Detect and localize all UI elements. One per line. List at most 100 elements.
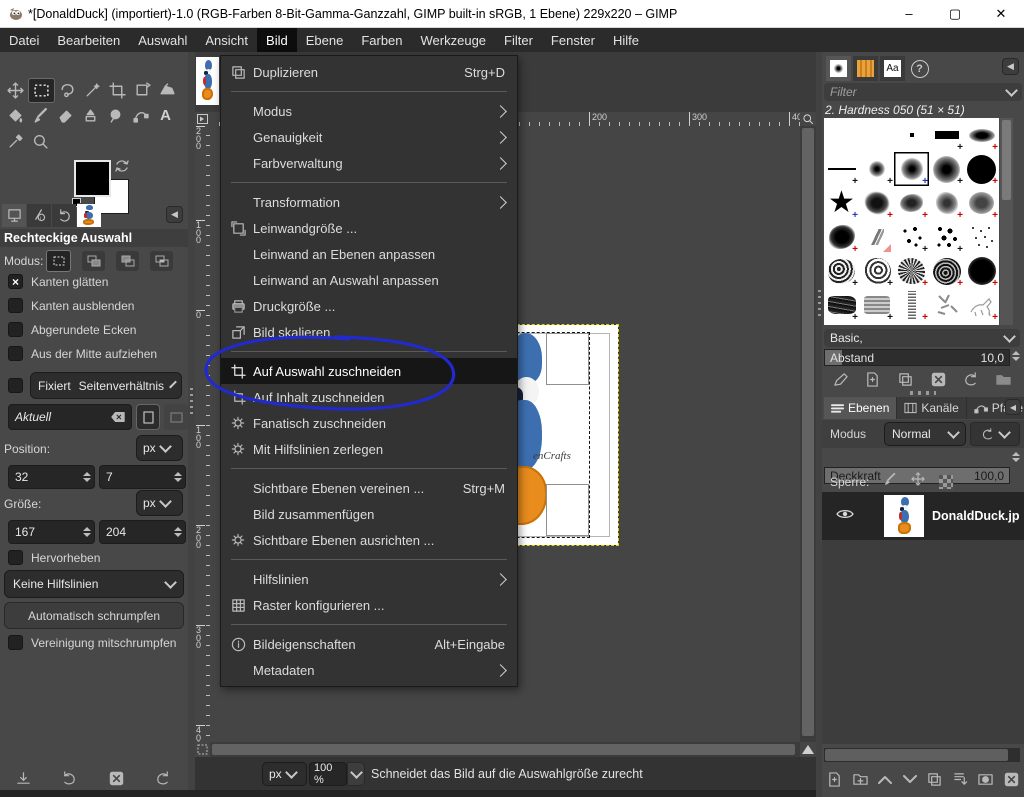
brush-item[interactable]: + — [964, 254, 999, 288]
size-unit-dropdown[interactable]: px — [136, 490, 183, 516]
feather-row[interactable]: Kanten ausblenden — [8, 298, 134, 313]
brush-spacing-slider[interactable]: Abstand 10,0 — [824, 349, 1010, 366]
mode-subtract-button[interactable] — [116, 251, 139, 271]
mode-intersect-button[interactable] — [150, 251, 173, 271]
brush-item[interactable]: + — [859, 152, 894, 186]
expand-from-center-row[interactable]: Aus der Mitte aufziehen — [8, 346, 157, 361]
refresh-brushes-icon[interactable] — [963, 372, 978, 387]
tab-patterns[interactable] — [853, 56, 878, 81]
menu-item-bildeigenschaften[interactable]: Bildeigenschaften Alt+Eingabe — [221, 631, 517, 657]
brush-item[interactable] — [859, 220, 894, 254]
new-brush-icon[interactable] — [865, 372, 880, 387]
brush-item[interactable]: + — [824, 152, 859, 186]
menu-item-duplizieren[interactable]: Duplizieren Strg+D — [221, 59, 517, 85]
spinner[interactable] — [174, 472, 182, 482]
menu-item-leinwand-an-ebenen[interactable]: Leinwand an Ebenen anpassen — [221, 241, 517, 267]
guides-dropdown[interactable]: Keine Hilfslinien — [4, 570, 184, 598]
menu-item-transformation[interactable]: Transformation — [221, 189, 517, 215]
menu-item-mit-hilfslinien-zerlegen[interactable]: Mit Hilfslinien zerlegen — [221, 436, 517, 462]
brush-item[interactable]: + — [894, 220, 929, 254]
brush-item[interactable]: + — [929, 220, 964, 254]
open-brush-icon[interactable] — [996, 372, 1011, 387]
menu-item-druckgroesse[interactable]: Druckgröße ... — [221, 293, 517, 319]
menubar-auswahl[interactable]: Auswahl — [129, 28, 196, 52]
image-tab-donaldduck[interactable] — [196, 57, 219, 105]
mode-add-button[interactable] — [82, 251, 105, 271]
layer-thumbnail[interactable] — [884, 495, 924, 537]
brush-item[interactable]: + — [929, 118, 964, 152]
brush-item-selected[interactable]: + — [894, 152, 929, 186]
menubar-ansicht[interactable]: Ansicht — [196, 28, 257, 52]
menu-item-raster-konfigurieren[interactable]: Raster konfigurieren ... — [221, 592, 517, 618]
brush-item[interactable]: + — [859, 186, 894, 220]
brush-item[interactable]: + — [964, 186, 999, 220]
menu-item-leinwandgroesse[interactable]: Leinwandgröße ... — [221, 215, 517, 241]
antialias-row[interactable]: ×Kanten glätten — [8, 274, 108, 289]
menu-item-leinwand-an-auswahl[interactable]: Leinwand an Auswahl anpassen — [221, 267, 517, 293]
opacity-spinner[interactable] — [1012, 452, 1020, 462]
tab-fonts[interactable]: Aa — [880, 56, 905, 81]
lock-alpha-icon[interactable] — [939, 475, 953, 489]
auto-shrink-button[interactable]: Automatisch schrumpfen — [4, 602, 184, 629]
transform-tool-icon[interactable] — [130, 79, 155, 102]
raise-layer-icon[interactable] — [878, 775, 892, 784]
menubar-farben[interactable]: Farben — [352, 28, 411, 52]
menu-item-bild-skalieren[interactable]: Bild skalieren ... — [221, 319, 517, 345]
free-select-tool-icon[interactable] — [55, 79, 80, 102]
brush-item[interactable] — [859, 118, 894, 152]
tab-device-status[interactable]: i — [27, 204, 51, 227]
maximize-button[interactable]: ▢ — [932, 0, 978, 28]
brush-grid[interactable]: + + + + + + + ★+ + + + + + + + + + + + +… — [824, 118, 999, 325]
v-scrollbar-thumb[interactable] — [802, 128, 814, 736]
position-y-field[interactable]: 7 — [99, 465, 186, 489]
edit-brush-icon[interactable] — [833, 372, 848, 387]
statusbar-zoom-dropdown[interactable] — [347, 762, 365, 786]
lower-layer-icon[interactable] — [903, 775, 917, 784]
left-dock-collapse-button[interactable]: ◀ — [166, 206, 183, 223]
selection-handle-bottom-right[interactable] — [546, 484, 589, 536]
statusbar-unit-dropdown[interactable]: px — [262, 762, 307, 786]
spacing-spinner[interactable] — [1012, 351, 1020, 361]
lock-position-icon[interactable] — [911, 472, 925, 491]
menubar-filter[interactable]: Filter — [495, 28, 542, 52]
color-picker-tool-icon[interactable] — [3, 130, 28, 153]
menu-item-sichtbare-ebenen-ausrichten[interactable]: Sichtbare Ebenen ausrichten ... — [221, 527, 517, 553]
layer-visibility-eye-icon[interactable] — [836, 507, 854, 525]
menubar-ebene[interactable]: Ebene — [297, 28, 353, 52]
menu-item-fanatisch-zuschneiden[interactable]: Fanatisch zuschneiden — [221, 410, 517, 436]
paths-tool-icon[interactable] — [128, 104, 153, 127]
duplicate-brush-icon[interactable] — [898, 372, 913, 387]
menubar-hilfe[interactable]: Hilfe — [604, 28, 648, 52]
menu-item-bild-zusammenfuegen[interactable]: Bild zusammenfügen — [221, 501, 517, 527]
new-layer-icon[interactable] — [827, 772, 842, 787]
merge-down-icon[interactable] — [953, 772, 968, 787]
move-tool-icon[interactable] — [3, 79, 28, 102]
tab-tool-options[interactable] — [2, 204, 26, 227]
brush-grid-scrollbar[interactable] — [1000, 118, 1013, 325]
brush-item[interactable]: + — [894, 288, 929, 322]
menubar-bild[interactable]: Bild — [257, 28, 297, 52]
layers-scrollbar-thumb[interactable] — [825, 749, 1008, 761]
shrink-merged-row[interactable]: Vereinigung mitschrumpfen — [8, 635, 176, 650]
brush-item[interactable]: + — [929, 152, 964, 186]
layer-name[interactable]: DonaldDuck.jp — [932, 509, 1020, 523]
highlight-row[interactable]: Hervorheben — [8, 550, 100, 565]
navigation-preview-button[interactable] — [800, 742, 816, 757]
eraser-tool-icon[interactable] — [53, 104, 78, 127]
menu-item-auf-auswahl-zuschneiden[interactable]: Auf Auswahl zuschneiden — [221, 358, 517, 384]
brush-filter-input[interactable]: Filter — [824, 83, 1022, 101]
fixed-checkbox[interactable] — [8, 378, 23, 393]
brush-scrollbar-thumb[interactable] — [1002, 120, 1011, 200]
delete-brush-icon[interactable] — [931, 372, 946, 387]
brush-item[interactable]: + — [964, 288, 999, 322]
brush-item[interactable]: + — [894, 254, 929, 288]
landscape-orientation-button[interactable] — [164, 404, 188, 430]
restore-preset-icon[interactable] — [62, 771, 77, 786]
foreground-color-swatch[interactable] — [74, 160, 111, 197]
layer-row-donaldduck[interactable]: DonaldDuck.jp — [822, 492, 1024, 540]
paintbrush-tool-icon[interactable] — [28, 104, 53, 127]
brush-item[interactable] — [929, 288, 964, 322]
rounded-corners-row[interactable]: Abgerundete Ecken — [8, 322, 136, 337]
h-scrollbar-thumb[interactable] — [212, 744, 795, 755]
brush-dock-collapse-button[interactable]: ◀ — [1002, 58, 1019, 75]
